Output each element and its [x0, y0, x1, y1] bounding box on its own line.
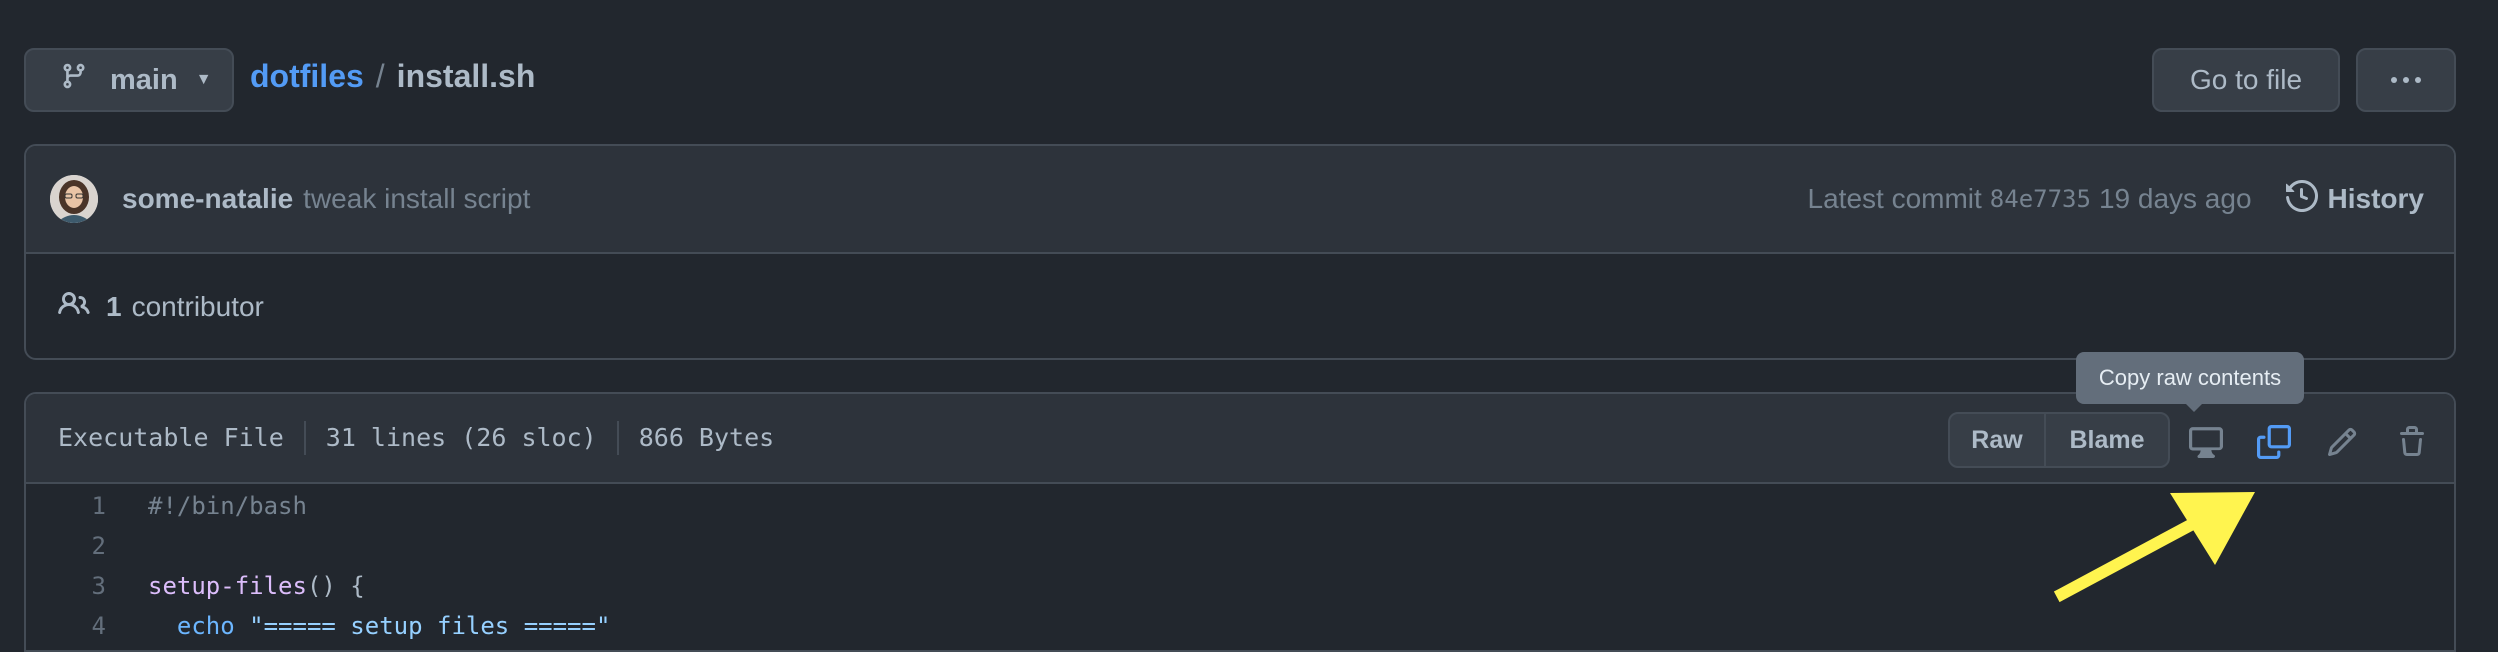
annotation-arrow-icon [2053, 492, 2255, 603]
file-type: Executable File [58, 423, 284, 452]
latest-commit-box: some-natalie tweak install script Latest… [24, 144, 2456, 360]
display-source-icon[interactable] [2186, 422, 2226, 462]
kebab-horizontal-icon [2391, 77, 2421, 83]
path-separator: / [375, 58, 385, 94]
breadcrumb: dotfiles / install.sh [250, 58, 535, 95]
commit-row: some-natalie tweak install script Latest… [26, 146, 2454, 254]
code-text: echo "===== setup files =====" [148, 612, 610, 640]
history-icon [2285, 179, 2318, 219]
blame-button[interactable]: Blame [2046, 414, 2168, 466]
latest-commit-label: Latest commit [1807, 183, 1982, 214]
more-options-button[interactable] [2356, 48, 2456, 112]
copy-tooltip: Copy raw contents [2076, 352, 2304, 412]
line-number[interactable]: 1 [26, 492, 106, 520]
code-punct: () { [306, 572, 365, 600]
contributor-label: contributor [131, 291, 264, 322]
raw-button[interactable]: Raw [1950, 414, 2046, 466]
repo-link[interactable]: dotfiles [250, 58, 364, 95]
code-text: setup-files() { [148, 572, 365, 600]
go-to-file-button[interactable]: Go to file [2152, 48, 2340, 112]
caret-down-icon: ▼ [195, 71, 212, 88]
code-line: 4 echo "===== setup files =====" [26, 606, 2454, 646]
code-function-name: setup-files [148, 572, 307, 600]
file-lines: 31 lines (26 sloc) [303, 421, 617, 455]
line-number[interactable]: 4 [26, 612, 106, 640]
file-header: Executable File 31 lines (26 sloc) 866 B… [26, 394, 2454, 484]
pencil-icon[interactable] [2322, 422, 2362, 462]
raw-blame-group: Raw Blame [1948, 412, 2170, 468]
code-text: #!/bin/bash [148, 492, 307, 520]
line-number[interactable]: 3 [26, 572, 106, 600]
avatar[interactable] [50, 175, 98, 223]
trash-icon[interactable] [2392, 422, 2432, 462]
history-label: History [2327, 183, 2424, 214]
history-link[interactable]: History [2285, 179, 2424, 219]
file-name: install.sh [396, 58, 536, 94]
contributors-row[interactable]: 1 contributor [26, 254, 2454, 358]
branch-name: main [110, 63, 178, 96]
commit-message[interactable]: tweak install script [303, 183, 530, 215]
copy-icon[interactable] [2254, 422, 2294, 462]
branch-selector[interactable]: main ▼ [24, 48, 234, 112]
git-branch-icon [60, 62, 88, 98]
commit-sha[interactable]: 84e7735 [1990, 185, 2091, 213]
file-size: 866 Bytes [616, 421, 794, 455]
commit-meta: Latest commit 84e7735 19 days ago Histor… [1808, 146, 2424, 252]
people-icon [58, 288, 90, 327]
code-keyword: echo [176, 612, 235, 640]
line-number[interactable]: 2 [26, 532, 106, 560]
commit-author[interactable]: some-natalie [122, 183, 293, 215]
code-string: "===== setup files =====" [249, 612, 611, 640]
contributor-count: 1 [106, 291, 122, 322]
commit-age: 19 days ago [2098, 183, 2252, 214]
